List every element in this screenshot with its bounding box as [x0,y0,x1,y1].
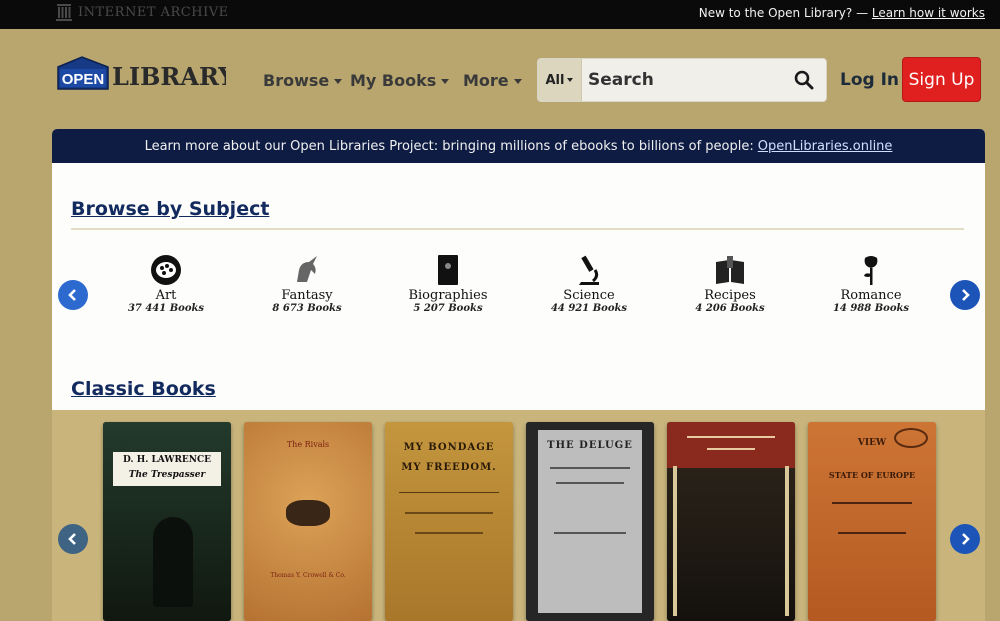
subject-recipes[interactable]: Recipes 4 206 Books [660,254,800,314]
subject-romance[interactable]: Romance 14 988 Books [801,254,941,314]
archive-temple-icon [56,4,72,21]
chevron-down-icon [334,79,343,84]
chevron-down-icon [441,79,450,84]
book-author: D. H. LAWRENCE [122,455,212,465]
nav-browse-label: Browse [263,71,330,90]
subject-name: Romance [840,288,902,303]
open-libraries-banner: Learn more about our Open Libraries Proj… [52,129,985,163]
book-publisher: Thomas Y. Crowell & Co. [270,572,346,579]
book-cover[interactable] [667,422,795,621]
subject-count: 44 921 Books [550,303,628,314]
search-scope-label: All [545,72,565,88]
nav-more[interactable]: More [463,71,522,90]
book-title: THE DELUGE [547,440,633,451]
nav-browse[interactable]: Browse [263,71,343,90]
archive-name: INTERNET ARCHIVE [78,4,229,20]
classic-books-carousel: D. H. LAWRENCE The Trespasser The Rivals… [52,410,985,621]
learn-how-link[interactable]: Learn how it works [872,6,985,20]
chevron-right-icon [962,533,970,545]
book-icon [438,255,458,285]
chevron-down-icon [513,79,522,84]
subject-fantasy[interactable]: Fantasy 8 673 Books [237,254,377,314]
search-input[interactable] [588,70,778,90]
login-link[interactable]: Log In [840,70,899,90]
subject-art[interactable]: Art 37 441 Books [96,254,236,314]
section-divider [71,228,964,230]
classic-books-heading[interactable]: Classic Books [71,378,216,400]
signup-button[interactable]: Sign Up [902,57,981,102]
book-cover[interactable]: D. H. LAWRENCE The Trespasser [103,422,231,621]
chevron-left-icon [68,289,76,301]
microscope-icon [579,255,599,285]
books-prev-button[interactable] [58,524,88,554]
logo-library-text: LIBRARY [112,62,226,91]
search-scope-select[interactable]: All [538,59,582,101]
subject-count: 5 207 Books [413,303,483,314]
internet-archive-logo[interactable]: INTERNET ARCHIVE [56,3,229,21]
book-title: MY BONDAGE [403,442,495,453]
nav-my-books-label: My Books [350,71,437,90]
browse-by-subject-heading[interactable]: Browse by Subject [71,198,269,220]
subjects-next-button[interactable] [950,280,980,310]
book-title: VIEW [857,438,887,448]
site-header: OPEN LIBRARY Browse My Books More All Lo… [0,29,1000,125]
search-button[interactable] [782,59,826,101]
chevron-down-icon [567,78,574,82]
search-bar: All [537,58,827,102]
book-cover[interactable]: VIEW STATE OF EUROPE [808,422,936,621]
subject-name: Science [563,288,615,303]
main-panel: Learn more about our Open Libraries Proj… [52,129,985,410]
nav-my-books[interactable]: My Books [350,71,450,90]
cookbook-icon [716,256,744,284]
subject-count: 4 206 Books [695,303,765,314]
book-title-line2: STATE OF EUROPE [828,470,916,480]
banner-text: Learn more about our Open Libraries Proj… [144,138,754,154]
subject-count: 37 441 Books [127,303,205,314]
book-title: The Rivals [286,440,330,449]
new-user-message: New to the Open Library? — Learn how it … [699,6,985,20]
books-next-button[interactable] [950,524,980,554]
book-cover[interactable]: MY BONDAGE MY FREEDOM. [385,422,513,621]
subject-name: Biographies [408,288,488,303]
nav-more-label: More [463,71,509,90]
open-library-logo[interactable]: OPEN LIBRARY [56,55,226,95]
chevron-left-icon [68,533,76,545]
new-user-text: New to the Open Library? — [698,6,869,20]
book-cover[interactable]: The Rivals Thomas Y. Crowell & Co. [244,422,372,621]
palette-icon [151,255,181,285]
top-bar: INTERNET ARCHIVE New to the Open Library… [0,0,1000,29]
unicorn-icon [297,256,317,282]
subject-name: Recipes [704,288,756,303]
book-title: The Trespasser [128,470,206,480]
chevron-right-icon [962,289,970,301]
logo-open-text: OPEN [62,71,105,88]
search-icon [794,70,814,90]
subjects-prev-button[interactable] [58,280,88,310]
subject-science[interactable]: Science 44 921 Books [519,254,659,314]
rose-icon [864,256,878,285]
book-cover[interactable]: THE DELUGE [526,422,654,621]
subject-count: 14 988 Books [832,303,910,314]
openlibraries-link[interactable]: OpenLibraries.online [758,139,893,154]
subject-count: 8 673 Books [272,303,342,314]
subject-name: Fantasy [281,288,333,303]
book-title-line2: MY FREEDOM. [401,462,497,473]
search-field [582,59,782,101]
subject-name: Art [155,288,177,303]
subject-biographies[interactable]: Biographies 5 207 Books [378,254,518,314]
